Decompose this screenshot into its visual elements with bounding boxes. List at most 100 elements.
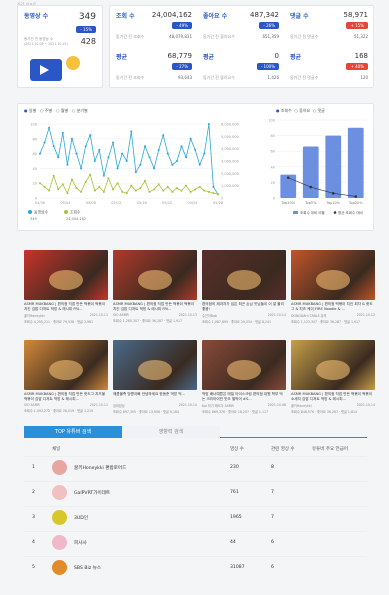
legend-label: 조회수 xyxy=(70,210,81,215)
table-row[interactable]: 1 꿀키Honeykki 편밥로어드 230 8 xyxy=(24,456,367,478)
data-point xyxy=(212,192,215,195)
video-date: 2021.10.11 xyxy=(89,313,108,317)
video-count-card: 동영상 수 349 - 15% 동기간 전 동영상 수 (2021.10.09 … xyxy=(17,5,103,88)
views-change: - 49% xyxy=(172,22,192,29)
video-title[interactable]: 먹방 배너예쁜은 매일 아이스크림 편의점 대원 학부 먹는 크리아이빈 맛조 … xyxy=(202,392,286,402)
y2-tick-label: 1,000,000 xyxy=(221,184,239,188)
data-point xyxy=(139,163,142,166)
views-prev-value: 48,079,831 xyxy=(169,34,192,39)
stats-section: 주간 리포트 동영상 수 349 - 15% 동기간 전 동영상 수 (2021… xyxy=(17,0,374,88)
avg-likes-change: - 100% xyxy=(256,63,279,70)
table-row[interactable]: 3 3UD인 1965 7 xyxy=(24,506,367,528)
data-point xyxy=(203,152,206,155)
video-card[interactable]: ASMR MUKBANG | 편의점 떡볶이 치킨 피자 & 핫도그 & 치즈 … xyxy=(291,250,375,324)
video-date: 2021.10.12 xyxy=(356,313,375,317)
video-title[interactable]: ASMR MUKBANG | 편의점 떡볶이 치킨 피자 & 핫도그 & 치즈 … xyxy=(291,302,375,312)
data-point xyxy=(102,190,105,193)
option-likes[interactable]: ○ 좋아요 xyxy=(294,108,310,113)
line-chart: 100 80 60 40 20 0 6,000,000 5,000,000 4,000,000 3… xyxy=(28,123,239,221)
row-channel-name[interactable]: 3UD인 xyxy=(74,515,88,521)
data-point xyxy=(189,137,192,140)
row-channel-name[interactable]: SBS Biz 뉴스 xyxy=(74,565,101,571)
avatar[interactable] xyxy=(52,535,67,550)
avatar[interactable] xyxy=(52,560,67,575)
video-thumbnail[interactable] xyxy=(24,250,108,300)
video-thumbnail[interactable] xyxy=(24,340,108,390)
avg-views-value: 68,779 xyxy=(167,52,193,60)
row-videos: 44 xyxy=(230,540,236,545)
option-views[interactable]: ● 조회수 xyxy=(276,108,292,113)
video-title[interactable]: ASMR MUKBANG | 편의점 직접 만든 떡볶이 떡볶이 소세지 김밥 … xyxy=(291,392,375,402)
legend-marker xyxy=(64,210,68,214)
option-comments[interactable]: ○ 댓글 xyxy=(313,108,325,113)
avatar[interactable] xyxy=(52,460,67,475)
video-date: 2021.10.13 xyxy=(178,313,197,317)
video-thumbnail[interactable] xyxy=(291,340,375,390)
avg-likes-prev-label: 동기간 전 좋아요수 xyxy=(203,75,235,80)
data-point xyxy=(52,145,55,148)
bar xyxy=(302,146,319,198)
row-videos: 761 xyxy=(230,490,239,495)
table-row[interactable]: 2 GalPVRT가이데트 761 7 xyxy=(24,481,367,503)
video-card[interactable]: 매콤불족 땅콩아빠 안녕하세요 한동준 먹방 먹... 엄마밥상 2021.10.… xyxy=(113,340,197,414)
data-point xyxy=(75,187,78,190)
trend-point xyxy=(286,176,290,180)
data-point xyxy=(130,184,133,187)
video-title[interactable]: ASMR MUKBANG | 편의점 직접 만든 떡볶이 떡볶이 치킨 김밥 디… xyxy=(24,302,108,312)
data-point xyxy=(116,167,119,170)
option-monthly[interactable]: ○ 월별 xyxy=(56,108,68,113)
row-channel-name[interactable]: 피사사 xyxy=(74,540,87,546)
table-row[interactable]: 4 피사사 44 6 xyxy=(24,531,367,553)
video-thumbnail[interactable] xyxy=(291,250,375,300)
data-point xyxy=(198,163,201,166)
option-quarterly[interactable]: ○ 분기별 xyxy=(72,108,88,113)
y-tick-label: 60 xyxy=(271,150,275,154)
video-date: 2021.10.14 xyxy=(267,313,286,317)
food-bowl-icon xyxy=(316,360,350,380)
video-stats: 조회수 1,285,307 · 좋아요 36,287 · 댓글 1,917 xyxy=(113,319,183,323)
row-rank: 3 xyxy=(32,515,35,520)
comments-prev-label: 동기간 전 댓글수 xyxy=(290,34,319,39)
video-card[interactable]: ASMR MUKBANG | 편의점 직접 만든 떡볶이 떡볶이 치킨 김밥 디… xyxy=(113,250,197,323)
row-channel-name[interactable]: GalPVRT가이데트 xyxy=(74,490,110,496)
video-thumbnail[interactable] xyxy=(113,340,197,390)
video-card[interactable]: ASMR MUKBANG | 편의점 직접 만든 떡볶이 떡볶이 치킨 김밥 디… xyxy=(24,250,108,324)
data-point xyxy=(48,189,51,192)
data-point xyxy=(107,177,110,180)
option-weekly[interactable]: ○ 주별 xyxy=(40,108,52,113)
video-title[interactable]: 매콤불족 땅콩아빠 안녕하세요 한동준 먹방 먹... xyxy=(113,392,197,402)
chart-section: ● 일별 ○ 주별 ○ 월별 ○ 분기별 ● 조회수 ○ 좋아요 ○ 댓글 10… xyxy=(17,103,374,231)
video-title[interactable]: ASMR MUKBANG | 편의점 직접 만든 떡볶이 떡볶이 치킨 김밥 디… xyxy=(113,302,197,312)
data-point xyxy=(66,163,69,166)
video-thumbnail[interactable] xyxy=(202,340,286,390)
tab-influence[interactable]: 영향력 검색 xyxy=(122,426,220,438)
video-title[interactable]: 편의점의 제과자가 입은 최곤 손님 잇님들이 이 잘 몰리 좋음! xyxy=(202,302,286,312)
video-card[interactable]: 편의점의 제과자가 입은 최곤 손님 잇님들이 이 잘 몰리 좋음! 수건아Bo… xyxy=(202,250,286,324)
avatar[interactable] xyxy=(52,485,67,500)
video-thumbnail[interactable] xyxy=(202,250,286,300)
row-related: 8 xyxy=(271,465,274,470)
food-bowl-icon xyxy=(138,360,172,380)
video-card[interactable]: ASMR MUKBANG | 편의점 직접 만든 핫도그 치즈볼 떡볶이 김밥 … xyxy=(24,340,108,413)
option-daily[interactable]: ● 일별 xyxy=(24,108,36,113)
video-title[interactable]: ASMR MUKBANG | 편의점 직접 만든 핫도그 치즈볼 떡볶이 김밥 … xyxy=(24,392,108,402)
bar-chart: 100 80 60 40 20 0 Top10% Top5% Top10% Top20% 조회수 대… xyxy=(268,119,367,215)
data-point xyxy=(66,192,69,195)
data-point xyxy=(207,123,210,125)
data-point xyxy=(143,145,146,148)
data-point xyxy=(171,190,174,193)
tab-top-youtuber[interactable]: TOP 유튜버 검색 xyxy=(24,426,122,438)
table-row[interactable]: 5 SBS Biz 뉴스 31087 6 xyxy=(24,556,367,578)
video-card[interactable]: 먹방 배너예쁜은 매일 아이스크림 편의점 대원 학부 먹는 크리아이빈 맛조 … xyxy=(202,340,286,414)
data-point xyxy=(212,185,215,188)
video-thumbnail[interactable] xyxy=(113,250,197,300)
avg-views-prev-label: 동기간 전 조회수 xyxy=(116,75,145,80)
row-videos: 31087 xyxy=(230,565,245,570)
row-channel-name[interactable]: 꿀키Honeykki 편밥로어드 xyxy=(74,465,126,471)
avatar[interactable] xyxy=(52,510,67,525)
star-icon xyxy=(66,56,80,70)
data-point xyxy=(125,192,128,195)
video-channel: 엄마밥상 2021.10.14 xyxy=(113,403,197,408)
video-card[interactable]: ASMR MUKBANG | 편의점 직접 만든 떡볶이 떡볶이 소세지 김밥 … xyxy=(291,340,375,414)
play-icon xyxy=(40,65,49,75)
